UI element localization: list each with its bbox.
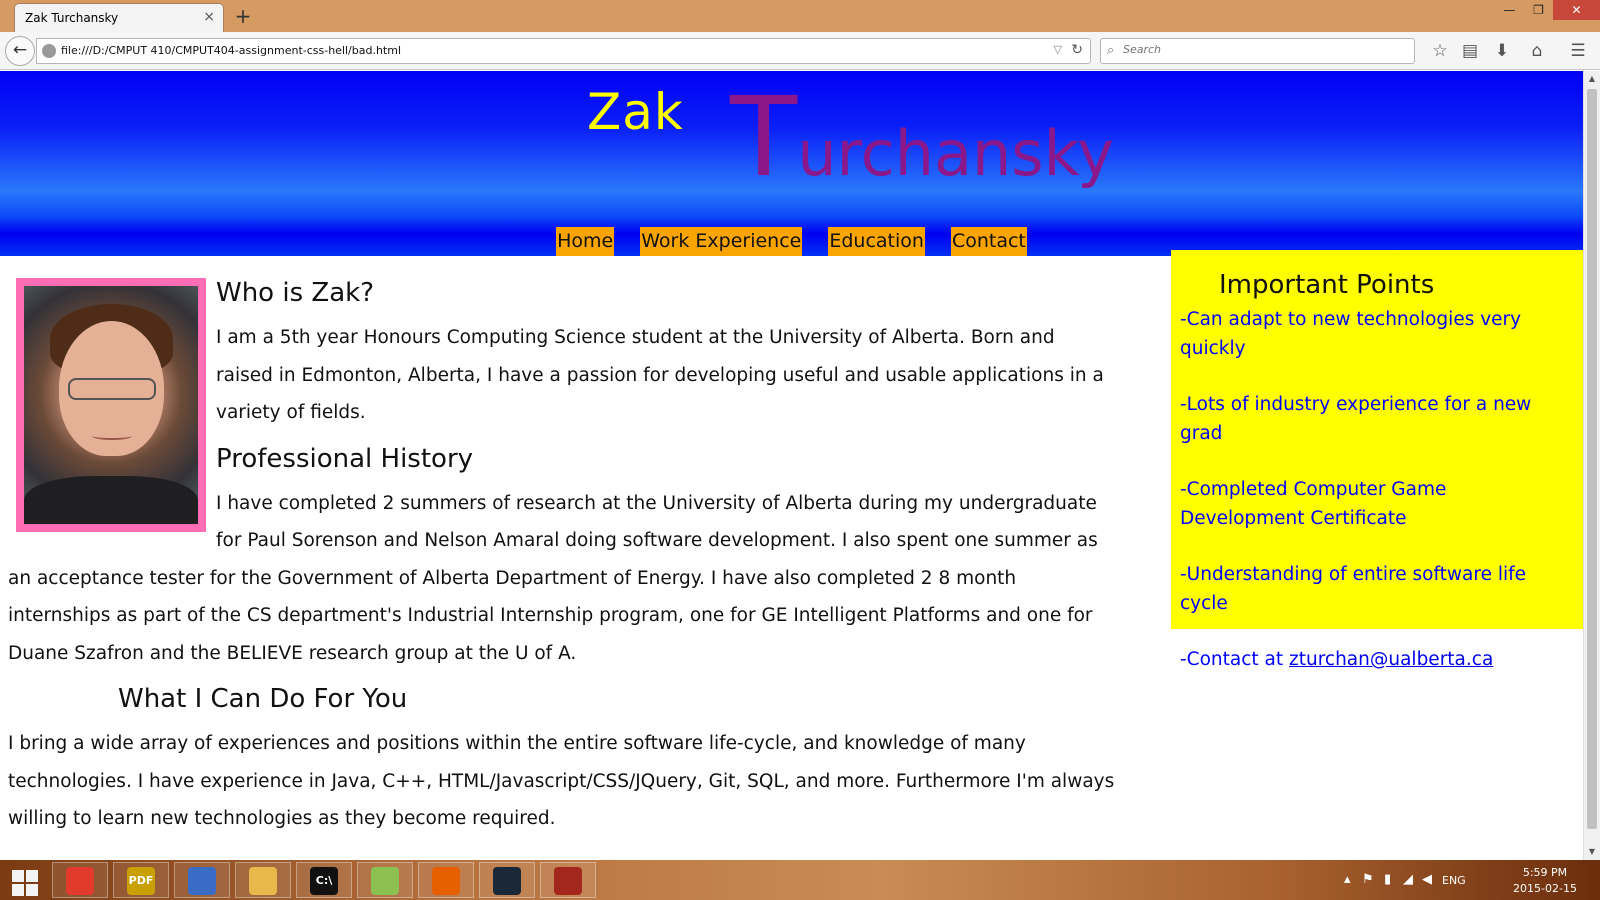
reading-list-icon[interactable]: ▤: [1458, 39, 1482, 63]
clock-date[interactable]: 2015-02-15: [1505, 882, 1585, 895]
vertical-scrollbar[interactable]: ▲ ▼: [1583, 71, 1600, 860]
sidebar-point: -Understanding of entire software life c…: [1180, 564, 1527, 614]
volume-icon[interactable]: ◀: [1422, 872, 1432, 887]
section-text-offer: I bring a wide array of experiences and …: [8, 733, 1115, 829]
command-prompt-icon: C:\: [310, 867, 338, 895]
back-arrow-icon: ←: [12, 40, 28, 60]
bookmark-star-icon[interactable]: ☆: [1428, 39, 1452, 63]
download-icon[interactable]: ⬇: [1490, 39, 1514, 63]
window-controls: — ❐ ✕: [1495, 0, 1600, 20]
search-input[interactable]: [1123, 43, 1403, 56]
taskbar-item-notepad[interactable]: [357, 862, 413, 898]
firefox-icon: [432, 867, 460, 895]
reload-icon[interactable]: ↻: [1071, 42, 1083, 58]
taskbar-item-pdf[interactable]: PDF: [113, 862, 169, 898]
home-icon[interactable]: ⌂: [1525, 39, 1549, 63]
file-explorer-icon: [249, 867, 277, 895]
address-bar[interactable]: file:///D:/CMPUT 410/CMPUT404-assignment…: [36, 38, 1091, 64]
last-name-heading: Turchansky: [730, 77, 1114, 197]
scroll-up-arrow-icon[interactable]: ▲: [1584, 71, 1600, 87]
window-titlebar: Zak Turchansky × + — ❐ ✕: [0, 0, 1600, 32]
taskbar-item-chrome[interactable]: [52, 862, 108, 898]
nav-work-experience-link[interactable]: Work Experience: [640, 227, 803, 256]
first-name-heading: Zak: [587, 83, 684, 141]
globe-icon: [42, 44, 56, 58]
windows-taskbar: PDF C:\ ▴ ⚑ ▮ ◢ ◀ ENG 5:59 PM 2015-02-15: [0, 860, 1600, 900]
nav-education-link[interactable]: Education: [828, 227, 925, 256]
search-icon: ⌕: [1107, 43, 1115, 58]
windows-start-icon[interactable]: [6, 866, 42, 896]
last-name-rest: urchansky: [797, 117, 1114, 190]
contact-email-link[interactable]: zturchan@ualberta.ca: [1289, 649, 1493, 670]
back-button[interactable]: ←: [5, 36, 35, 66]
system-tray: ▴ ⚑ ▮ ◢ ◀ ENG 5:59 PM 2015-02-15: [1340, 860, 1600, 900]
profile-photo: [16, 278, 206, 532]
show-hidden-icons-icon[interactable]: ▴: [1344, 872, 1351, 887]
browser-toolbar: ← file:///D:/CMPUT 410/CMPUT404-assignme…: [0, 32, 1600, 70]
minimize-button[interactable]: —: [1495, 0, 1524, 20]
page-viewport: Zak Turchansky Home Work Experience Educat…: [0, 71, 1583, 860]
power-icon[interactable]: ▮: [1384, 872, 1391, 887]
menu-icon[interactable]: ☰: [1566, 39, 1590, 63]
photo-mouth: [92, 432, 132, 440]
sidebar-point: -Can adapt to new technologies very quic…: [1180, 309, 1522, 359]
search-box[interactable]: ⌕: [1100, 38, 1415, 64]
action-center-flag-icon[interactable]: ⚑: [1362, 872, 1374, 887]
language-indicator[interactable]: ENG: [1442, 874, 1466, 887]
new-tab-button[interactable]: +: [232, 5, 254, 27]
nav-contact-link[interactable]: Contact: [950, 227, 1027, 256]
sidebar-contact: -Contact at zturchan@ualberta.ca: [1180, 646, 1575, 675]
network-icon: [188, 867, 216, 895]
wifi-signal-icon[interactable]: ◢: [1403, 872, 1413, 887]
nav-home-link[interactable]: Home: [556, 227, 615, 256]
pdf-icon: PDF: [127, 867, 155, 895]
taskbar-item-firefox[interactable]: [418, 862, 474, 898]
restore-button[interactable]: ❐: [1524, 0, 1553, 20]
scroll-down-arrow-icon[interactable]: ▼: [1584, 844, 1600, 860]
clock-time[interactable]: 5:59 PM: [1510, 866, 1580, 879]
section-heading-offer: What I Can Do For You: [118, 684, 408, 714]
url-text[interactable]: file:///D:/CMPUT 410/CMPUT404-assignment…: [61, 44, 401, 57]
taskbar-item-explorer[interactable]: [235, 862, 291, 898]
tab-close-icon[interactable]: ×: [203, 9, 215, 25]
sidebar-point: -Completed Computer Game Development Cer…: [1180, 479, 1447, 529]
taskbar-item-steam[interactable]: [479, 862, 535, 898]
close-window-button[interactable]: ✕: [1553, 0, 1600, 20]
tab-title: Zak Turchansky: [25, 11, 119, 25]
important-points-sidebar: Important Points -Can adapt to new techn…: [1171, 250, 1583, 670]
browser-tab[interactable]: Zak Turchansky ×: [14, 3, 224, 32]
photo-glasses: [68, 378, 156, 400]
page-header: Zak Turchansky Home Work Experience Educat…: [0, 71, 1583, 256]
sidebar-title: Important Points: [1219, 270, 1435, 300]
taskbar-item-cmd[interactable]: C:\: [296, 862, 352, 898]
contact-prefix: -Contact at: [1180, 649, 1290, 670]
steam-icon: [493, 867, 521, 895]
scrollbar-thumb[interactable]: [1587, 89, 1597, 829]
notepad-plus-icon: [371, 867, 399, 895]
photo-shirt: [24, 476, 198, 524]
dota-icon: [554, 867, 582, 895]
main-content: Who is Zak? I am a 5th year Honours Comp…: [8, 266, 1116, 846]
chrome-icon: [66, 867, 94, 895]
last-name-initial: T: [730, 73, 798, 201]
taskbar-item-dota[interactable]: [540, 862, 596, 898]
sidebar-point: -Lots of industry experience for a new g…: [1180, 394, 1532, 444]
dropdown-icon[interactable]: ▽: [1054, 43, 1062, 56]
taskbar-item-network[interactable]: [174, 862, 230, 898]
